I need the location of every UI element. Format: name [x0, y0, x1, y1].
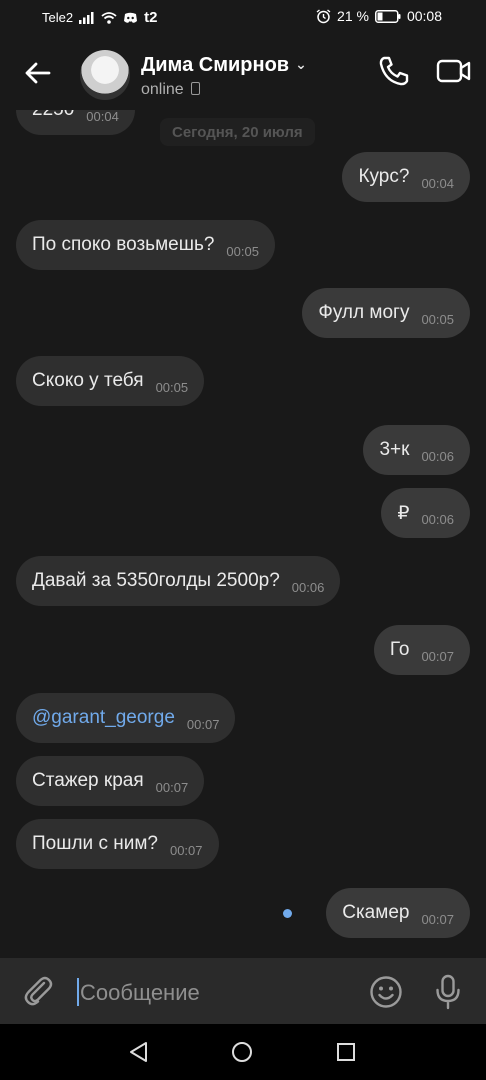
- message-time: 00:04: [421, 175, 454, 191]
- presence-text: online: [141, 81, 184, 98]
- message-text: Го: [389, 639, 410, 660]
- message-bubble-incoming[interactable]: Стажер края 00:07: [16, 756, 205, 806]
- composer-bar: Сообщение: [0, 958, 486, 1024]
- message-text: 3+к: [379, 439, 410, 460]
- status-left: Tele2 t2: [42, 9, 157, 26]
- clock: 00:08: [406, 8, 442, 24]
- message-bubble-outgoing[interactable]: ₽ 00:06: [381, 488, 470, 538]
- battery-icon: [374, 9, 401, 23]
- message-time: 00:05: [421, 311, 454, 327]
- message-bubble-incoming[interactable]: По споко возьмешь? 00:05: [16, 220, 275, 270]
- message-bubble-outgoing[interactable]: 3+к 00:06: [363, 425, 470, 475]
- nav-home-icon[interactable]: [231, 1041, 253, 1063]
- status-right: 21 % 00:08: [316, 8, 442, 24]
- unread-indicator-dot: [283, 909, 292, 918]
- message-text: Пошли с ним?: [32, 833, 158, 854]
- message-time: 00:06: [421, 511, 454, 527]
- message-bubble-incoming[interactable]: @garant_george 00:07: [16, 693, 236, 743]
- message-bubble-incoming[interactable]: Пошли с ним? 00:07: [16, 819, 219, 869]
- back-arrow-icon[interactable]: [22, 58, 52, 88]
- carrier-label: Tele2: [42, 10, 74, 25]
- wifi-icon: [101, 11, 117, 24]
- message-text: По споко возьмешь?: [32, 234, 215, 255]
- contact-name-text: Дима Смирнов: [141, 54, 290, 76]
- message-text: Фулл могу: [318, 302, 410, 323]
- attach-clip-icon[interactable]: [22, 974, 54, 1008]
- nav-recents-icon[interactable]: [336, 1042, 356, 1062]
- message-text: 2250: [32, 110, 74, 121]
- message-bubble-partial[interactable]: 2250 00:04: [16, 110, 135, 135]
- message-list[interactable]: 2250 00:04 Сегодня, 20 июля Курс? 00:04 …: [0, 110, 486, 958]
- date-separator: Сегодня, 20 июля: [160, 118, 315, 146]
- contact-name[interactable]: Дима Смирнов ⌄: [141, 54, 307, 77]
- message-time: 00:05: [155, 379, 189, 395]
- message-time: 00:07: [421, 648, 454, 664]
- message-bubble-outgoing[interactable]: Скамер 00:07: [326, 888, 470, 938]
- message-time: 00:07: [186, 716, 220, 732]
- message-bubble-outgoing[interactable]: Го 00:07: [373, 625, 470, 675]
- microphone-icon[interactable]: [434, 974, 462, 1010]
- message-bubble-outgoing[interactable]: Фулл могу 00:05: [302, 288, 470, 338]
- carrier-logo: t2: [144, 9, 158, 26]
- message-time: 00:07: [169, 842, 203, 858]
- message-time: 00:04: [86, 110, 119, 124]
- signal-icon: [79, 11, 94, 24]
- presence-status: online: [141, 81, 200, 99]
- battery-percent: 21 %: [337, 8, 369, 24]
- video-call-icon[interactable]: [436, 56, 472, 86]
- message-time: 00:06: [421, 448, 454, 464]
- text-cursor: [77, 978, 79, 1006]
- message-time: 00:07: [421, 911, 454, 927]
- status-bar: Tele2 t2 21 % 00:08: [0, 0, 486, 34]
- avatar[interactable]: [80, 50, 130, 100]
- message-bubble-outgoing[interactable]: Курс? 00:04: [342, 152, 470, 202]
- message-time: 00:05: [226, 243, 259, 259]
- system-navigation-bar: [0, 1024, 486, 1080]
- emoji-icon[interactable]: [369, 975, 403, 1009]
- message-bubble-incoming[interactable]: Скоко у тебя 00:05: [16, 356, 205, 406]
- message-text: ₽: [397, 502, 410, 524]
- message-bubble-incoming[interactable]: Давай за 5350голды 2500р? 00:06: [16, 556, 341, 606]
- chat-header: Дима Смирнов ⌄ online: [0, 34, 486, 110]
- message-time: 00:06: [291, 579, 325, 595]
- alarm-icon: [316, 8, 331, 23]
- message-time: 00:07: [155, 779, 189, 795]
- message-text: Скоко у тебя: [32, 370, 144, 391]
- message-text: Курс?: [358, 166, 410, 187]
- phone-call-icon[interactable]: [377, 54, 411, 88]
- chevron-down-icon[interactable]: ⌄: [295, 56, 307, 73]
- message-input[interactable]: Сообщение: [80, 980, 200, 1006]
- message-text: Стажер края: [32, 770, 144, 791]
- discord-icon: [124, 12, 138, 23]
- mobile-device-icon: [190, 82, 200, 95]
- message-text: Скамер: [342, 902, 410, 923]
- mention-link[interactable]: @garant_george: [32, 707, 175, 729]
- nav-back-icon[interactable]: [128, 1041, 150, 1063]
- message-text: Давай за 5350голды 2500р?: [32, 570, 280, 591]
